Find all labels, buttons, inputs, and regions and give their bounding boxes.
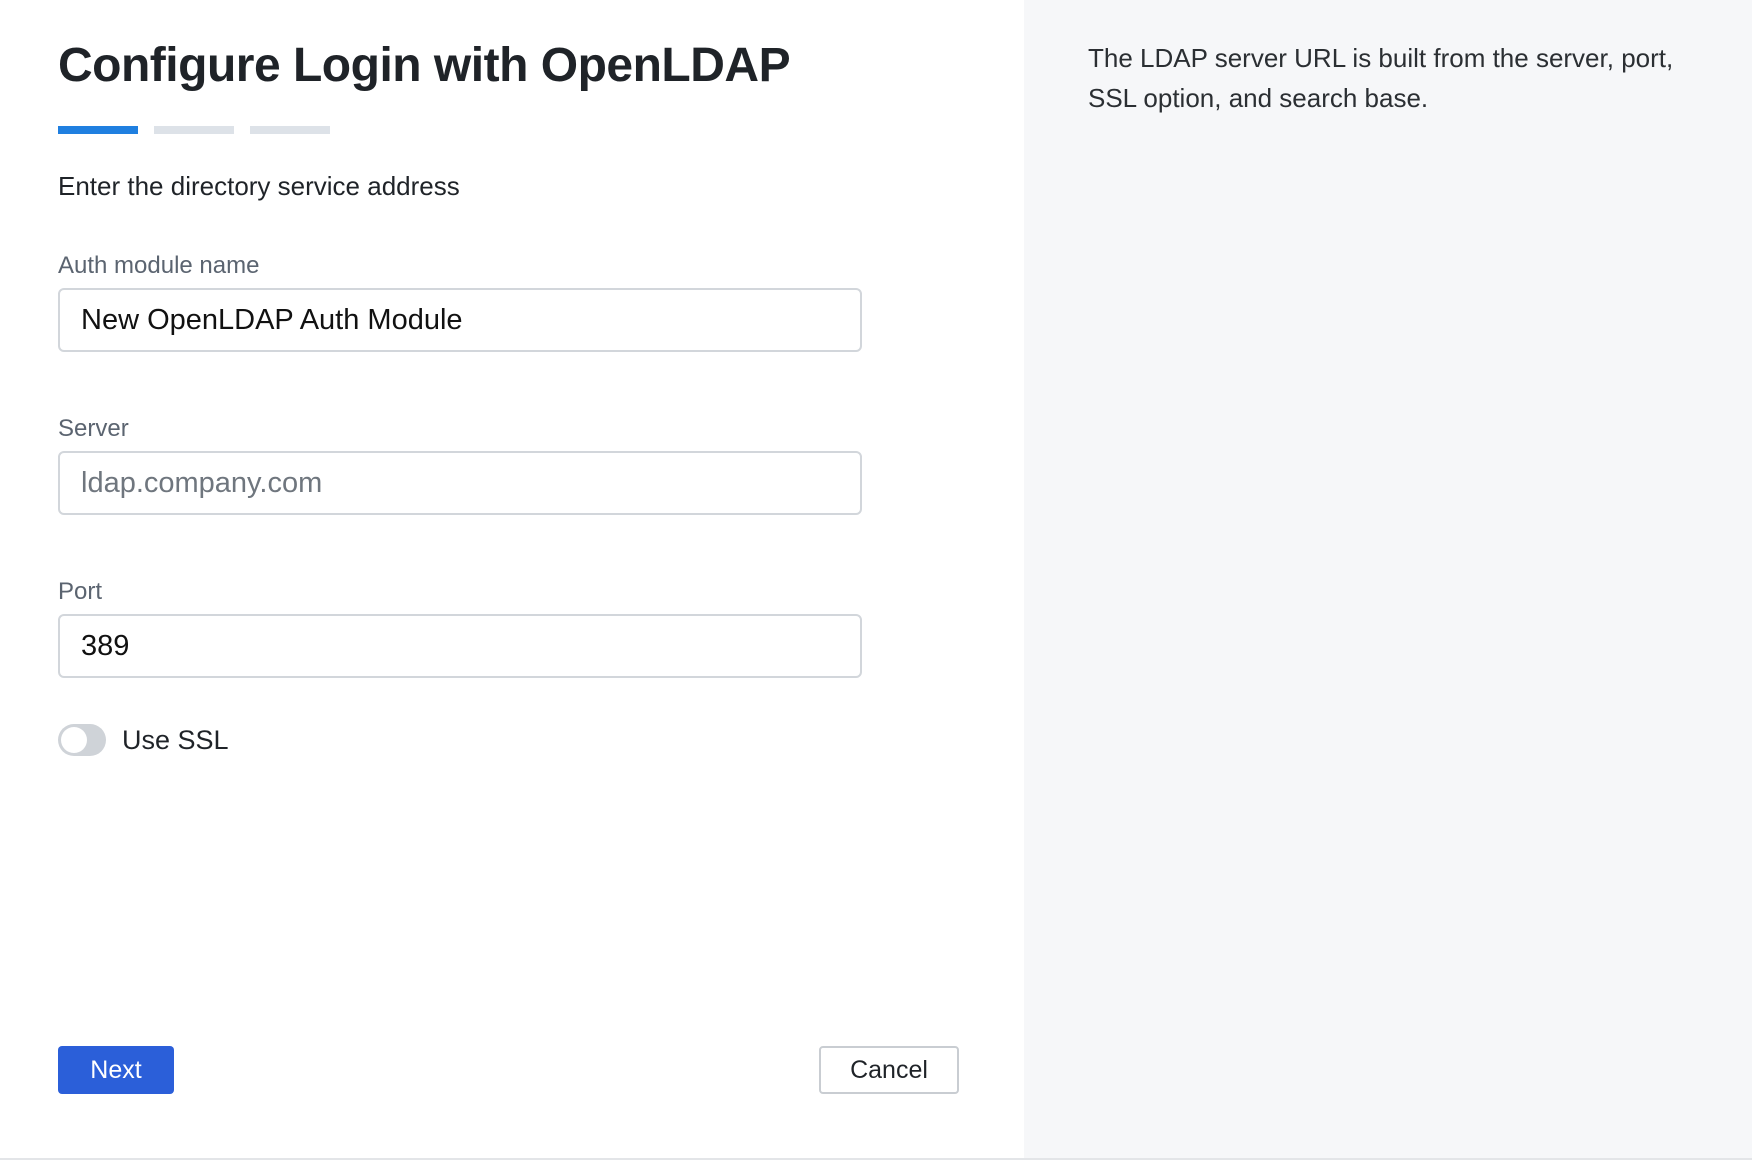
- ssl-toggle-row: Use SSL: [58, 724, 229, 756]
- auth-module-name-input[interactable]: [58, 288, 862, 352]
- server-input[interactable]: [58, 451, 862, 515]
- configure-ldap-page: Configure Login with OpenLDAP Enter the …: [0, 0, 1752, 1160]
- cancel-button[interactable]: Cancel: [819, 1046, 959, 1094]
- step-progress: [58, 126, 330, 134]
- page-title: Configure Login with OpenLDAP: [58, 39, 791, 92]
- step-3-indicator: [250, 126, 330, 134]
- ssl-toggle-label: Use SSL: [122, 724, 229, 755]
- form-panel: Configure Login with OpenLDAP Enter the …: [0, 0, 1024, 1158]
- next-button[interactable]: Next: [58, 1046, 174, 1094]
- server-label: Server: [58, 415, 129, 442]
- port-label: Port: [58, 578, 103, 605]
- ssl-toggle[interactable]: [58, 724, 106, 756]
- help-text: The LDAP server URL is built from the se…: [1088, 43, 1674, 113]
- port-input[interactable]: [58, 614, 862, 678]
- auth-module-name-label: Auth module name: [58, 252, 260, 279]
- step-subtitle: Enter the directory service address: [58, 171, 460, 201]
- step-2-indicator: [154, 126, 234, 134]
- ssl-toggle-knob: [61, 727, 87, 753]
- step-1-indicator: [58, 126, 138, 134]
- help-panel: The LDAP server URL is built from the se…: [1024, 0, 1752, 1158]
